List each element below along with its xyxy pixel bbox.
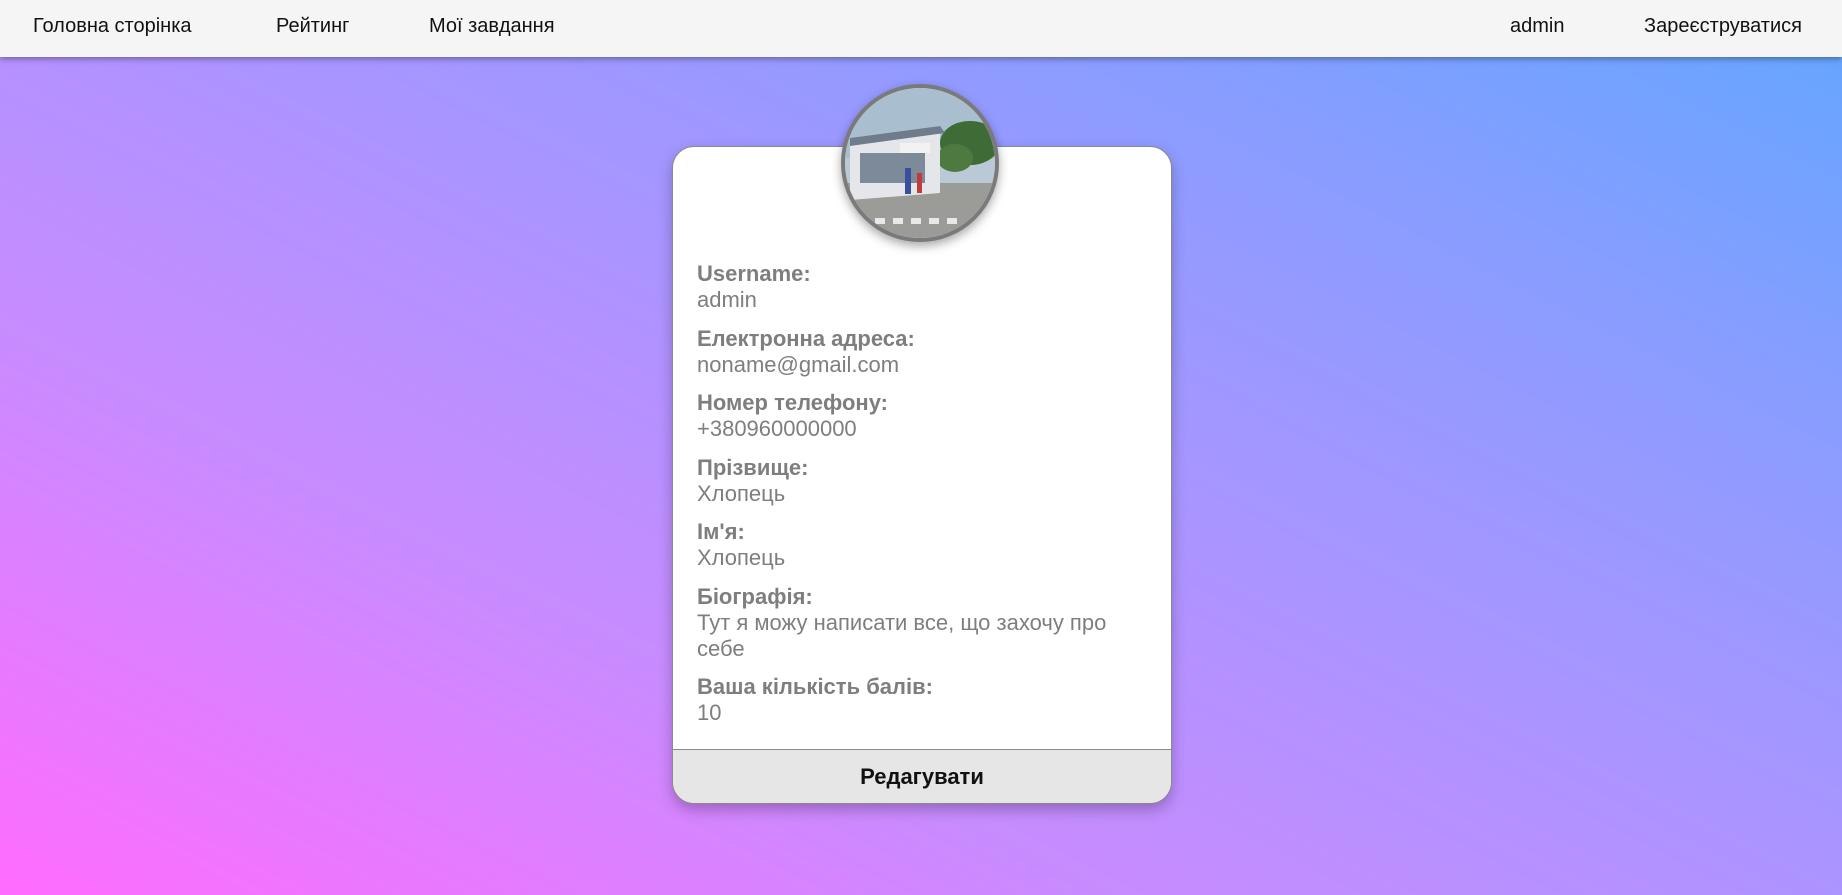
edit-button[interactable]: Редагувати [673,749,1171,803]
top-navbar: Головна сторінка Рейтинг Мої завдання ad… [0,0,1842,57]
surname-value: Хлопець [697,481,786,506]
nav-user-link[interactable]: admin [1510,14,1564,38]
nav-my-tasks-link[interactable]: Мої завдання [429,14,555,38]
username-label: Username: [697,261,811,286]
phone-field: Номер телефону: +380960000000 [697,390,1137,442]
biography-field: Біографія: Тут я можу написати все, що з… [697,584,1137,662]
username-field: Username: admin [697,261,1137,313]
points-field: Ваша кількість балів: 10 [697,674,1137,726]
email-label: Електронна адреса: [697,326,915,351]
surname-label: Прізвище: [697,455,809,480]
nav-register-link[interactable]: Зареєструватися [1644,14,1802,38]
email-value: noname@gmail.com [697,352,900,377]
profile-photo-icon [845,88,995,238]
phone-label: Номер телефону: [697,390,888,415]
nav-home-link[interactable]: Головна сторінка [33,14,192,38]
username-value: admin [697,287,757,312]
surname-field: Прізвище: Хлопець [697,455,1137,507]
nav-rating-link[interactable]: Рейтинг [276,14,349,38]
email-field: Електронна адреса: noname@gmail.com [697,326,1137,378]
points-value: 10 [697,700,722,725]
first-name-field: Ім'я: Хлопець [697,519,1137,571]
phone-value: +380960000000 [697,416,857,441]
biography-value: Тут я можу написати все, що захочу про с… [697,610,1107,661]
biography-label: Біографія: [697,584,813,609]
avatar [841,84,999,242]
profile-card: Username: admin Електронна адреса: nonam… [672,146,1172,804]
points-label: Ваша кількість балів: [697,674,933,699]
first-name-label: Ім'я: [697,519,745,544]
first-name-value: Хлопець [697,545,786,570]
